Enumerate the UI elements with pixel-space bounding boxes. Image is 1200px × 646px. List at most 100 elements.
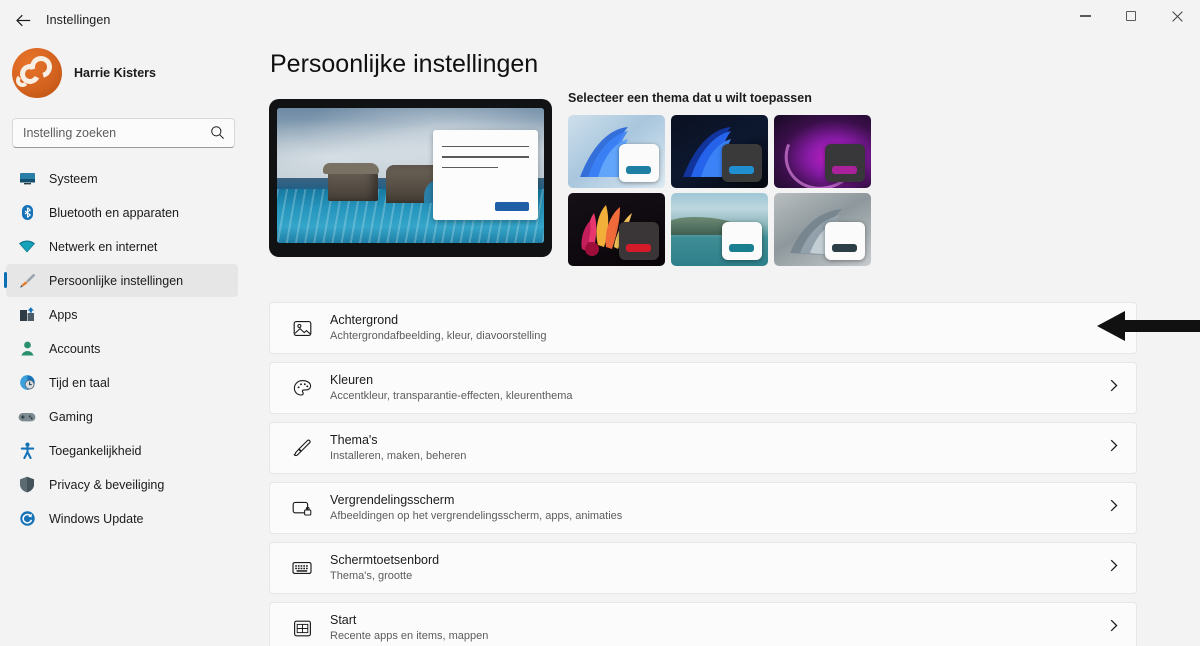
maximize-button[interactable] bbox=[1108, 0, 1154, 32]
preview-dialog-window bbox=[433, 130, 538, 220]
minimize-icon bbox=[1079, 15, 1091, 17]
sidebar-item-apps[interactable]: Apps bbox=[6, 298, 238, 331]
theme-thumbnail-flower-dark[interactable] bbox=[568, 193, 665, 266]
theme-accent-bar bbox=[626, 166, 651, 174]
sidebar-item-label: Bluetooth en apparaten bbox=[49, 205, 179, 220]
settings-row-title: Kleuren bbox=[330, 373, 374, 387]
bluetooth-icon bbox=[18, 204, 36, 222]
chevron-right-icon bbox=[1110, 499, 1118, 517]
sidebar-item-label: Systeem bbox=[49, 171, 98, 186]
settings-row-schermtoetsenbord[interactable]: Schermtoetsenbord Thema's, grootte bbox=[269, 542, 1137, 594]
sidebar-item-bluetooth[interactable]: Bluetooth en apparaten bbox=[6, 196, 238, 229]
sidebar-item-tijd-en-taal[interactable]: Tijd en taal bbox=[6, 366, 238, 399]
settings-row-subtitle: Installeren, maken, beheren bbox=[330, 450, 467, 462]
theme-thumbnail-purple-glow[interactable] bbox=[774, 115, 871, 188]
keyboard-icon bbox=[292, 558, 312, 578]
chevron-right-icon bbox=[1110, 619, 1118, 637]
theme-thumbnail-grey-swirl[interactable] bbox=[774, 193, 871, 266]
sidebar-item-label: Tijd en taal bbox=[49, 375, 110, 390]
paintbrush-icon bbox=[18, 272, 36, 290]
back-button[interactable] bbox=[6, 5, 40, 35]
theme-window-preview bbox=[722, 222, 762, 260]
sidebar-item-label: Privacy & beveiliging bbox=[49, 477, 165, 492]
settings-row-text: Kleuren Accentkleur, transparantie-effec… bbox=[330, 372, 573, 404]
search-input[interactable] bbox=[13, 126, 198, 140]
sidebar-item-persoonlijke-instellingen[interactable]: Persoonlijke instellingen bbox=[4, 264, 238, 297]
search-icon bbox=[210, 125, 225, 145]
sidebar-item-netwerk[interactable]: Netwerk en internet bbox=[6, 230, 238, 263]
sidebar: Harrie Kisters Systeem bbox=[0, 40, 248, 646]
settings-row-achtergrond[interactable]: Achtergrond Achtergrondafbeelding, kleur… bbox=[269, 302, 1137, 354]
theme-grid bbox=[568, 115, 883, 266]
settings-row-text: Thema's Installeren, maken, beheren bbox=[330, 432, 466, 464]
user-profile[interactable]: Harrie Kisters bbox=[12, 48, 248, 98]
wifi-icon bbox=[18, 238, 36, 256]
main-content: Persoonlijke instellingen Selecteer een … bbox=[248, 40, 1200, 646]
theme-window-preview bbox=[825, 222, 865, 260]
settings-window: Instellingen Harrie Kisters Instelling z… bbox=[0, 0, 1200, 646]
profile-name: Harrie Kisters bbox=[74, 66, 156, 80]
theme-thumbnail-lake-landscape[interactable] bbox=[671, 193, 768, 266]
search-box[interactable] bbox=[12, 118, 235, 148]
theme-window-preview bbox=[619, 144, 659, 182]
settings-row-text: Start Recente apps en items, mappen bbox=[330, 612, 488, 644]
sidebar-item-systeem[interactable]: Systeem bbox=[6, 162, 238, 195]
preview-dialog-line bbox=[442, 156, 529, 158]
settings-row-title: Start bbox=[330, 613, 357, 627]
settings-row-subtitle: Afbeeldingen op het vergrendelingsscherm… bbox=[330, 510, 623, 522]
sidebar-item-label: Persoonlijke instellingen bbox=[49, 273, 184, 288]
app-title: Instellingen bbox=[46, 13, 111, 27]
settings-row-subtitle: Accentkleur, transparantie-effecten, kle… bbox=[330, 390, 573, 402]
sidebar-item-privacy-beveiliging[interactable]: Privacy & beveiliging bbox=[6, 468, 238, 501]
theme-accent-bar bbox=[729, 244, 754, 252]
preview-dialog-line bbox=[442, 166, 498, 169]
settings-row-kleuren[interactable]: Kleuren Accentkleur, transparantie-effec… bbox=[269, 362, 1137, 414]
image-icon bbox=[292, 318, 312, 338]
sidebar-item-toegankelijkheid[interactable]: Toegankelijkheid bbox=[6, 434, 238, 467]
theme-window-preview bbox=[619, 222, 659, 260]
theme-thumbnail-windows-light-bloom[interactable] bbox=[568, 115, 665, 188]
maximize-icon bbox=[1126, 11, 1136, 21]
person-icon bbox=[18, 340, 36, 358]
gamepad-icon bbox=[18, 408, 36, 426]
sidebar-item-gaming[interactable]: Gaming bbox=[6, 400, 238, 433]
arrow-left-icon bbox=[15, 14, 30, 26]
monitor-icon bbox=[18, 170, 36, 188]
settings-row-vergrendelingsscherm[interactable]: Vergrendelingsscherm Afbeeldingen op het… bbox=[269, 482, 1137, 534]
close-button[interactable] bbox=[1154, 0, 1200, 32]
sidebar-item-label: Windows Update bbox=[49, 511, 144, 526]
chevron-right-icon bbox=[1110, 379, 1118, 397]
theme-thumbnail-windows-dark-bloom[interactable] bbox=[671, 115, 768, 188]
theme-picker-label: Selecteer een thema dat u wilt toepassen bbox=[568, 91, 812, 105]
sidebar-item-label: Gaming bbox=[49, 409, 93, 424]
settings-row-start[interactable]: Start Recente apps en items, mappen bbox=[269, 602, 1137, 646]
window-controls bbox=[1062, 0, 1200, 40]
preview-screen bbox=[277, 108, 544, 243]
theme-accent-bar bbox=[626, 244, 651, 252]
close-icon bbox=[1171, 10, 1183, 22]
apps-icon bbox=[18, 306, 36, 324]
settings-row-text: Vergrendelingsscherm Afbeeldingen op het… bbox=[330, 492, 622, 524]
settings-row-themas[interactable]: Thema's Installeren, maken, beheren bbox=[269, 422, 1137, 474]
shield-icon bbox=[18, 476, 36, 494]
chevron-right-icon bbox=[1110, 439, 1118, 457]
settings-row-text: Schermtoetsenbord Thema's, grootte bbox=[330, 552, 439, 584]
page-title: Persoonlijke instellingen bbox=[270, 50, 539, 78]
minimize-button[interactable] bbox=[1062, 0, 1108, 32]
sidebar-item-windows-update[interactable]: Windows Update bbox=[6, 502, 238, 535]
theme-window-preview bbox=[722, 144, 762, 182]
theme-window-preview bbox=[825, 144, 865, 182]
settings-row-title: Vergrendelingsscherm bbox=[330, 493, 455, 507]
theme-picker: Selecteer een thema dat u wilt toepassen bbox=[568, 91, 883, 266]
chevron-right-icon bbox=[1110, 319, 1118, 337]
navigation-list: Systeem Bluetooth en apparaten Netwerk e… bbox=[0, 162, 248, 535]
avatar bbox=[12, 48, 62, 98]
theme-accent-bar bbox=[729, 166, 754, 174]
sidebar-item-label: Toegankelijkheid bbox=[49, 443, 142, 458]
accessibility-icon bbox=[18, 442, 36, 460]
settings-row-title: Thema's bbox=[330, 433, 378, 447]
paintbrush-icon bbox=[292, 438, 312, 458]
sidebar-item-accounts[interactable]: Accounts bbox=[6, 332, 238, 365]
preview-dialog-line bbox=[442, 146, 529, 148]
settings-row-subtitle: Thema's, grootte bbox=[330, 570, 413, 582]
